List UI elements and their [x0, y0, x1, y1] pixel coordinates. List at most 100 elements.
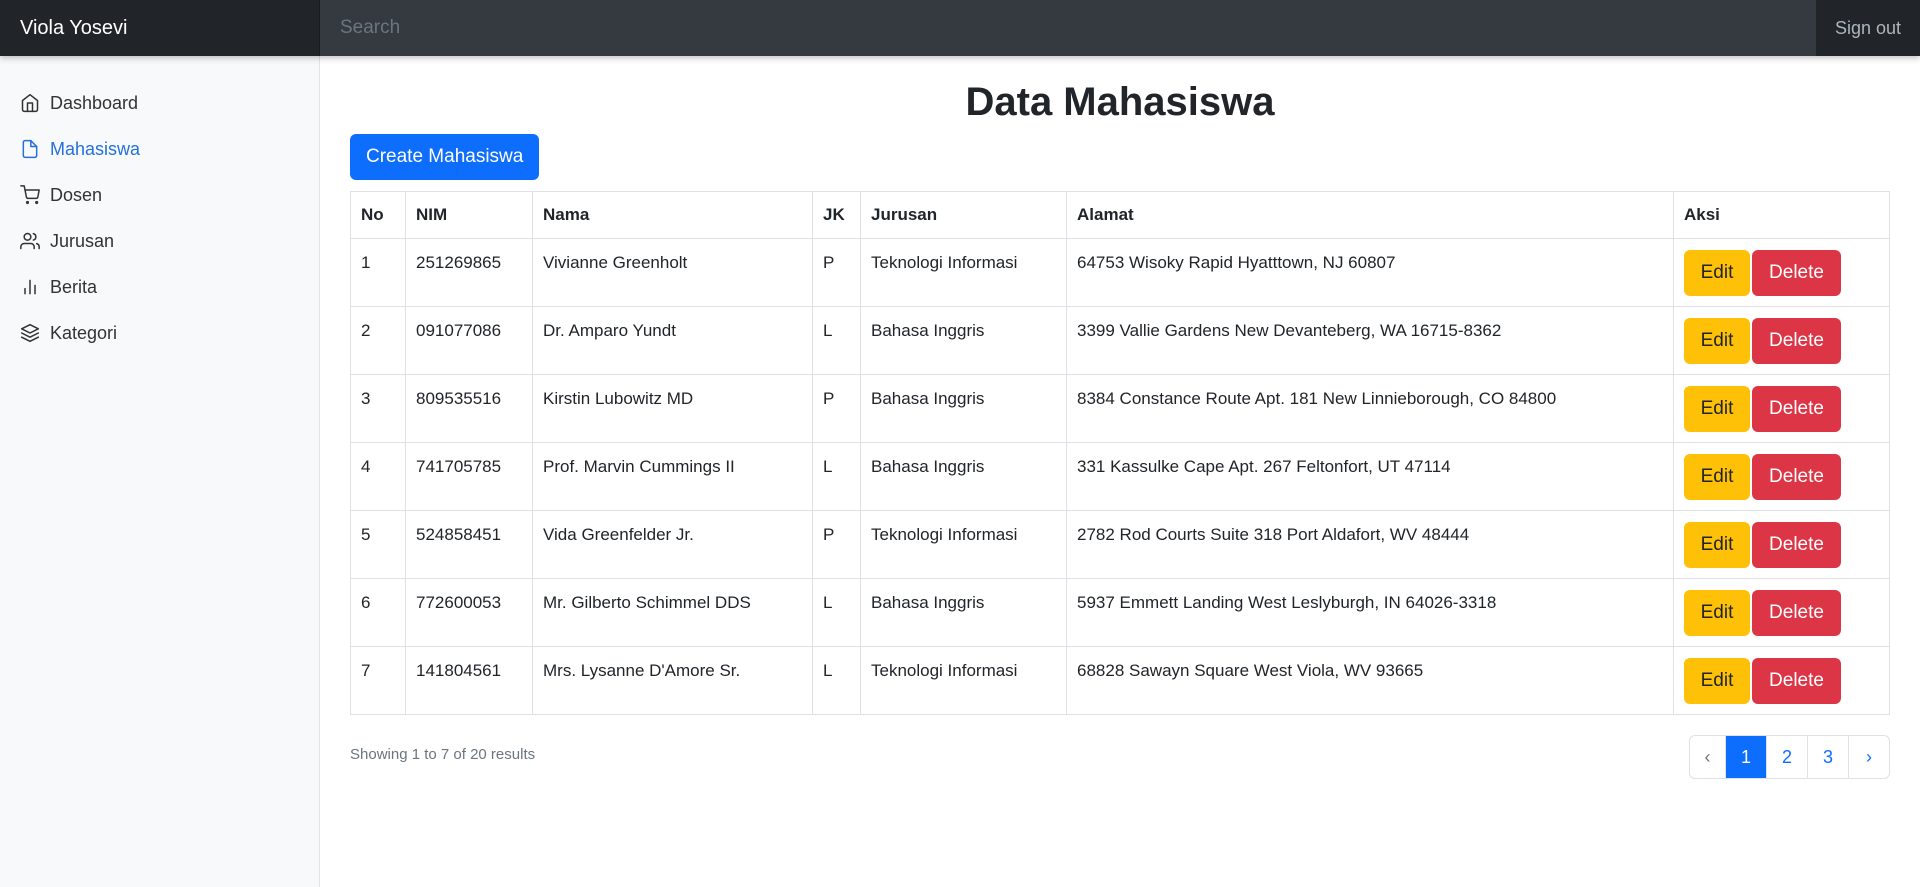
cell-jk: P [812, 510, 861, 579]
pagination: ‹ 1 2 3 › [1689, 735, 1890, 779]
cell-nama: Vida Greenfelder Jr. [532, 510, 813, 579]
shopping-cart-icon [20, 185, 40, 205]
column-header-aksi: Aksi [1673, 191, 1890, 239]
sidebar-item-label: Dosen [50, 184, 103, 205]
cell-nama: Mrs. Lysanne D'Amore Sr. [532, 646, 813, 715]
cell-jk: L [812, 306, 861, 375]
sidebar-item-mahasiswa[interactable]: Mahasiswa [0, 126, 319, 172]
table-row: 5 524858451 Vida Greenfelder Jr. P Tekno… [350, 510, 1890, 579]
cell-aksi: Edit Delete [1673, 374, 1890, 443]
cell-nama: Vivianne Greenholt [532, 238, 813, 307]
sidebar-item-label: Mahasiswa [50, 138, 141, 159]
cell-aksi: Edit Delete [1673, 238, 1890, 307]
cell-aksi: Edit Delete [1673, 510, 1890, 579]
cell-aksi: Edit Delete [1673, 578, 1890, 647]
file-icon [20, 139, 40, 159]
pagination-page-2[interactable]: 2 [1766, 736, 1807, 778]
cell-alamat: 68828 Sawayn Square West Viola, WV 93665 [1066, 646, 1674, 715]
cell-jk: L [812, 578, 861, 647]
table-row: 1 251269865 Vivianne Greenholt P Teknolo… [350, 238, 1890, 307]
cell-nim: 772600053 [405, 578, 533, 647]
edit-button[interactable]: Edit [1684, 522, 1750, 568]
cell-no: 5 [350, 510, 406, 579]
cell-alamat: 3399 Vallie Gardens New Devanteberg, WA … [1066, 306, 1674, 375]
edit-button[interactable]: Edit [1684, 250, 1750, 296]
sign-out-link[interactable]: Sign out [1815, 0, 1920, 56]
cell-nim: 141804561 [405, 646, 533, 715]
cell-nim: 524858451 [405, 510, 533, 579]
mahasiswa-table: No NIM Nama JK Jurusan Alamat Aksi 1 251… [350, 191, 1890, 715]
delete-button[interactable]: Delete [1752, 250, 1841, 296]
search-input[interactable] [320, 0, 1816, 56]
results-summary: Showing 1 to 7 of 20 results [350, 746, 536, 763]
cell-nim: 251269865 [405, 238, 533, 307]
sidebar: Dashboard Mahasiswa Dosen Jurusan Berita… [0, 56, 320, 887]
sidebar-item-berita[interactable]: Berita [0, 264, 319, 310]
cell-jurusan: Bahasa Inggris [860, 442, 1067, 511]
pagination-prev[interactable]: ‹ [1690, 736, 1725, 778]
sidebar-item-kategori[interactable]: Kategori [0, 310, 319, 356]
cell-jk: L [812, 442, 861, 511]
table-row: 6 772600053 Mr. Gilberto Schimmel DDS L … [350, 578, 1890, 647]
brand-name[interactable]: Viola Yosevi [0, 0, 320, 56]
table-row: 2 091077086 Dr. Amparo Yundt L Bahasa In… [350, 306, 1890, 375]
cell-jurusan: Teknologi Informasi [860, 510, 1067, 579]
cell-no: 6 [350, 578, 406, 647]
cell-alamat: 331 Kassulke Cape Apt. 267 Feltonfort, U… [1066, 442, 1674, 511]
delete-button[interactable]: Delete [1752, 454, 1841, 500]
cell-jurusan: Bahasa Inggris [860, 374, 1067, 443]
top-navbar: Viola Yosevi Sign out [0, 0, 1920, 56]
cell-no: 1 [350, 238, 406, 307]
pagination-page-1[interactable]: 1 [1725, 736, 1766, 778]
edit-button[interactable]: Edit [1684, 454, 1750, 500]
cell-no: 2 [350, 306, 406, 375]
column-header-jk: JK [812, 191, 861, 239]
cell-alamat: 8384 Constance Route Apt. 181 New Linnie… [1066, 374, 1674, 443]
cell-jk: P [812, 238, 861, 307]
cell-aksi: Edit Delete [1673, 442, 1890, 511]
column-header-jurusan: Jurusan [860, 191, 1067, 239]
pagination-next[interactable]: › [1848, 736, 1889, 778]
users-icon [20, 231, 40, 251]
cell-nama: Mr. Gilberto Schimmel DDS [532, 578, 813, 647]
page-title: Data Mahasiswa [965, 80, 1275, 124]
delete-button[interactable]: Delete [1752, 318, 1841, 364]
column-header-nama: Nama [532, 191, 813, 239]
pagination-page-3[interactable]: 3 [1807, 736, 1848, 778]
sidebar-item-label: Dashboard [50, 92, 139, 113]
cell-alamat: 2782 Rod Courts Suite 318 Port Aldafort,… [1066, 510, 1674, 579]
delete-button[interactable]: Delete [1752, 522, 1841, 568]
cell-no: 7 [350, 646, 406, 715]
edit-button[interactable]: Edit [1684, 658, 1750, 704]
bar-chart-icon [20, 277, 40, 297]
column-header-alamat: Alamat [1066, 191, 1674, 239]
cell-nim: 741705785 [405, 442, 533, 511]
edit-button[interactable]: Edit [1684, 590, 1750, 636]
column-header-nim: NIM [405, 191, 533, 239]
delete-button[interactable]: Delete [1752, 590, 1841, 636]
cell-alamat: 5937 Emmett Landing West Leslyburgh, IN … [1066, 578, 1674, 647]
delete-button[interactable]: Delete [1752, 386, 1841, 432]
create-mahasiswa-button[interactable]: Create Mahasiswa [350, 134, 540, 180]
sidebar-item-jurusan[interactable]: Jurusan [0, 218, 319, 264]
table-header-row: No NIM Nama JK Jurusan Alamat Aksi [350, 191, 1890, 239]
cell-no: 3 [350, 374, 406, 443]
sidebar-item-dosen[interactable]: Dosen [0, 172, 319, 218]
cell-jk: P [812, 374, 861, 443]
cell-jurusan: Bahasa Inggris [860, 306, 1067, 375]
sidebar-item-dashboard[interactable]: Dashboard [0, 80, 319, 126]
sidebar-item-label: Jurusan [50, 230, 115, 251]
cell-aksi: Edit Delete [1673, 306, 1890, 375]
table-row: 3 809535516 Kirstin Lubowitz MD P Bahasa… [350, 374, 1890, 443]
sidebar-item-label: Kategori [50, 322, 118, 343]
edit-button[interactable]: Edit [1684, 318, 1750, 364]
cell-nim: 091077086 [405, 306, 533, 375]
cell-alamat: 64753 Wisoky Rapid Hyatttown, NJ 60807 [1066, 238, 1674, 307]
table-row: 4 741705785 Prof. Marvin Cummings II L B… [350, 442, 1890, 511]
delete-button[interactable]: Delete [1752, 658, 1841, 704]
home-icon [20, 93, 40, 113]
cell-nama: Prof. Marvin Cummings II [532, 442, 813, 511]
edit-button[interactable]: Edit [1684, 386, 1750, 432]
cell-aksi: Edit Delete [1673, 646, 1890, 715]
cell-jurusan: Teknologi Informasi [860, 238, 1067, 307]
